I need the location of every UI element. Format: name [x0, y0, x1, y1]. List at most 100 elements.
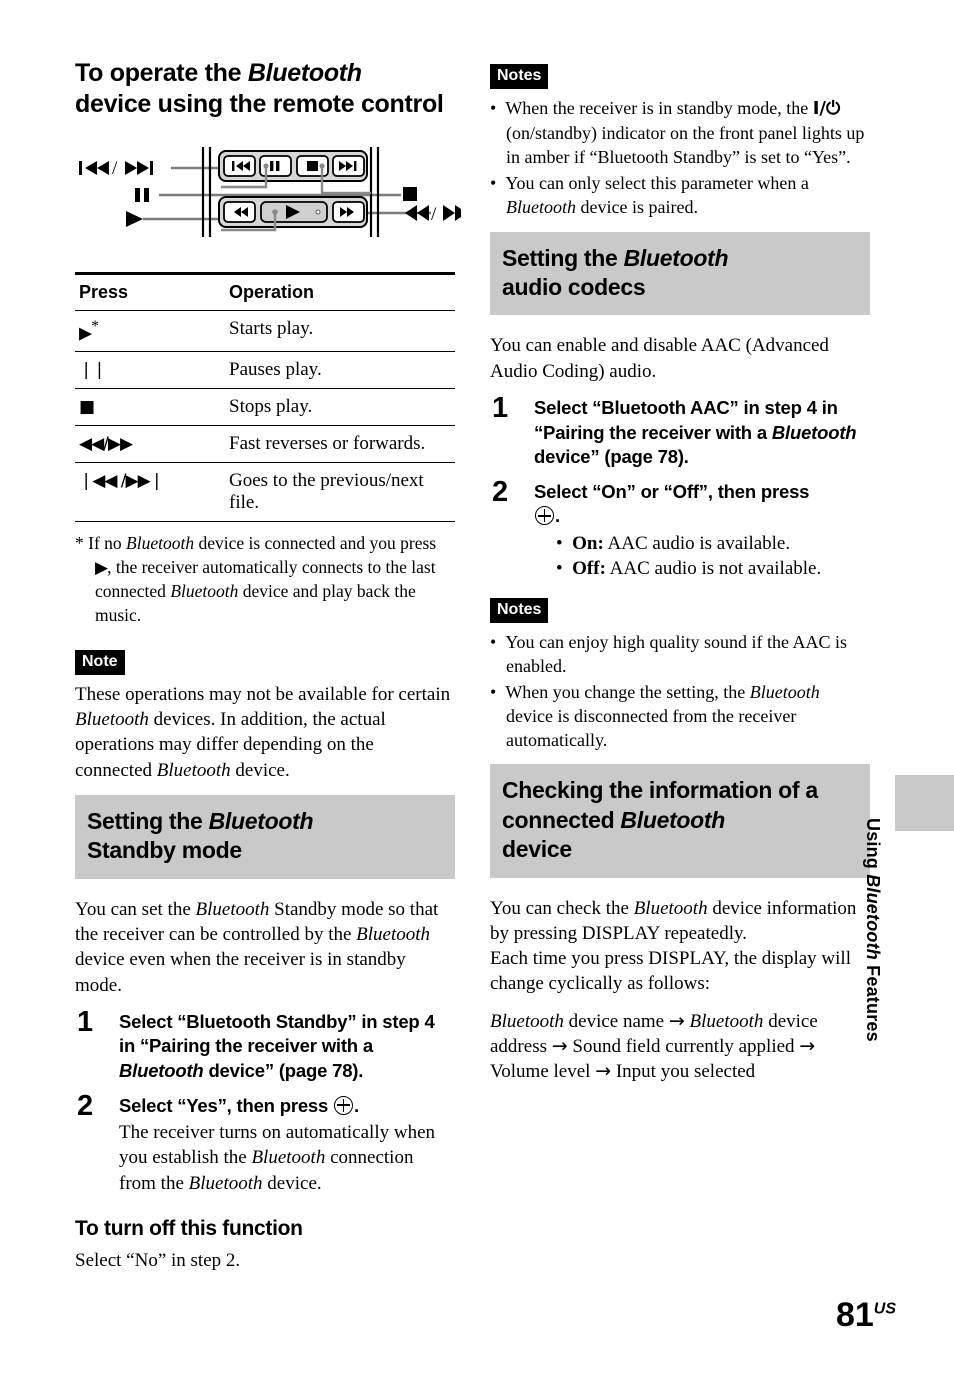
step-2-standby: 2 Select “Yes”, then press . The receive… — [75, 1090, 455, 1196]
heading-part-2: Standby mode — [87, 837, 242, 864]
heading-part-2: audio codecs — [502, 273, 646, 300]
row-operation: Fast reverses or forwards. — [229, 433, 426, 455]
option-item-on: On: AAC audio is available. — [556, 531, 870, 556]
section-heading-codecs: Setting the Bluetooth audio codecs — [490, 231, 870, 316]
heading-bluetooth-word: Bluetooth — [620, 806, 726, 833]
notes-badge: Notes — [490, 597, 549, 623]
option-label: Off: — [572, 558, 606, 580]
note-part-2: (on/standby) indicator on the front pane… — [506, 123, 865, 168]
page-number-region: US — [873, 1300, 896, 1318]
note-item: When the receiver is in standby mode, th… — [490, 96, 870, 169]
heading-bluetooth-word: Bluetooth — [623, 244, 729, 271]
note-part-2: device is disconnected from the receiver… — [506, 706, 797, 751]
play-icon: ▶ — [79, 323, 92, 344]
row-key: ❘◀◀ /▶▶❘ — [75, 463, 225, 522]
cycle-bluetooth-2: Bluetooth — [689, 1010, 764, 1032]
note-bluetooth: Bluetooth — [506, 197, 576, 218]
notes-list: When the receiver is in standby mode, th… — [490, 96, 870, 220]
intro-bluetooth-2: Bluetooth — [356, 924, 431, 946]
subheading-turn-off: To turn off this function — [75, 1217, 303, 1240]
turn-off-text: Select “No” in step 2. — [75, 1250, 241, 1272]
cycle-item-4: Input you selected — [615, 1061, 756, 1083]
right-column: Notes When the receiver is in standby mo… — [490, 58, 870, 1097]
note-part-1: When you change the setting, the — [505, 682, 750, 703]
note-text: These operations may not be available fo… — [75, 682, 455, 783]
footnote-part-1: If no — [88, 533, 127, 554]
row-key: ❘❘ — [75, 352, 225, 389]
step-lead: Select “Bluetooth Standby” in step 4 in … — [119, 1010, 455, 1084]
display-cycle-sequence: Bluetooth device name → Bluetooth device… — [490, 1009, 870, 1085]
intro-part-1: You can check the — [490, 897, 634, 919]
row-key: ▶* — [75, 311, 225, 352]
remote-control-illustration: / / — [79, 147, 461, 237]
svg-text:/: / — [431, 204, 437, 225]
cont-bluetooth-2: Bluetooth — [188, 1172, 263, 1194]
step-lead-bluetooth: Bluetooth — [119, 1060, 204, 1082]
notes-block-top: Notes When the receiver is in standby mo… — [490, 58, 870, 220]
note-bluetooth-1: Bluetooth — [75, 709, 149, 731]
heading-bluetooth-word: Bluetooth — [208, 807, 314, 834]
heading-part-1: Setting the — [87, 807, 209, 834]
step-lead: Select “Bluetooth AAC” in step 4 in “Pai… — [534, 396, 870, 470]
play-icon: ▶ — [95, 558, 108, 579]
prev-next-icon: ❘◀◀ /▶▶❘ — [79, 471, 164, 492]
row-operation: Pauses play. — [229, 359, 322, 381]
note-badge: Note — [75, 649, 125, 675]
heading-part-2: device — [502, 836, 572, 863]
standby-intro: You can set the Bluetooth Standby mode s… — [75, 897, 455, 998]
arrow-icon: → — [595, 1060, 612, 1083]
notes-badge: Notes — [490, 64, 549, 89]
page-number-value: 81 — [835, 1296, 874, 1334]
column-header-operation: Operation — [229, 282, 315, 302]
step-number: 1 — [77, 1005, 94, 1038]
fast-reverse-forward-icon: ◀◀/▶▶ — [79, 434, 133, 455]
option-item-off: Off: AAC audio is not available. — [556, 556, 870, 581]
intro-bluetooth-1: Bluetooth — [195, 898, 270, 920]
option-desc: AAC audio is not available. — [605, 558, 822, 580]
note-item: You can only select this parameter when … — [490, 171, 870, 219]
heading-part-1: Setting the — [502, 244, 624, 271]
table-row: ▶* Starts play. — [75, 311, 455, 352]
step-lead-bluetooth: Bluetooth — [771, 421, 857, 443]
operations-table: Press Operation ▶* Starts play. ❘❘ Pause… — [75, 272, 455, 522]
svg-text:/: / — [112, 158, 118, 179]
page-number: 81US — [836, 1296, 896, 1335]
footnote-star: * — [75, 533, 84, 554]
table-row: ◀◀/▶▶ Fast reverses or forwards. — [75, 426, 455, 463]
side-tab-prefix: Using — [863, 818, 883, 875]
notes-block-bottom: Notes You can enjoy high quality sound i… — [490, 592, 870, 753]
cont-bluetooth-1: Bluetooth — [251, 1147, 326, 1169]
checking-intro: You can check the Bluetooth device infor… — [490, 896, 870, 997]
footnote: * If no Bluetooth device is connected an… — [75, 532, 455, 628]
stop-icon: ■ — [79, 397, 95, 418]
note-item: You can enjoy high quality sound if the … — [490, 630, 870, 678]
note-item: When you change the setting, the Bluetoo… — [490, 680, 870, 752]
table-row: ■ Stops play. — [75, 389, 455, 426]
step-number: 1 — [492, 391, 509, 424]
intro-part-1: You can set the — [75, 898, 196, 920]
note-part-1: You can enjoy high quality sound if the … — [505, 631, 847, 676]
side-tab-block — [895, 775, 954, 831]
arrow-icon: → — [668, 1009, 685, 1032]
option-desc: AAC audio is available. — [603, 532, 791, 554]
arrow-icon: → — [551, 1035, 568, 1058]
intro-bluetooth: Bluetooth — [633, 897, 708, 919]
notes-list: You can enjoy high quality sound if the … — [490, 630, 870, 753]
manual-page: To operate the Bluetooth device using th… — [0, 0, 954, 1373]
note-part-1: These operations may not be available fo… — [75, 683, 451, 705]
section-heading-standby: Setting the Bluetooth Standby mode — [75, 794, 455, 879]
note-bluetooth: Bluetooth — [749, 682, 820, 703]
note-part-1: You can only select this parameter when … — [505, 173, 809, 194]
enter-button-icon — [535, 506, 554, 526]
power-standby-icon: I/⏻ — [812, 98, 841, 119]
cycle-item-2: Sound field currently applied — [572, 1036, 795, 1058]
title-part-2: device using the remote control — [75, 89, 444, 118]
intro-part-3: Each time you press DISPLAY, the display… — [490, 948, 851, 995]
step-1-standby: 1 Select “Bluetooth Standby” in step 4 i… — [75, 1006, 455, 1084]
left-column: To operate the Bluetooth device using th… — [75, 58, 461, 1286]
table-row: ❘◀◀ /▶▶❘ Goes to the previous/next file. — [75, 463, 455, 522]
arrow-icon: → — [799, 1035, 816, 1058]
step-lead: Select “On” or “Off”, then press . — [534, 480, 870, 529]
step-continuation: The receiver turns on automatically when… — [119, 1120, 455, 1196]
cont-part-3: device. — [262, 1172, 322, 1194]
